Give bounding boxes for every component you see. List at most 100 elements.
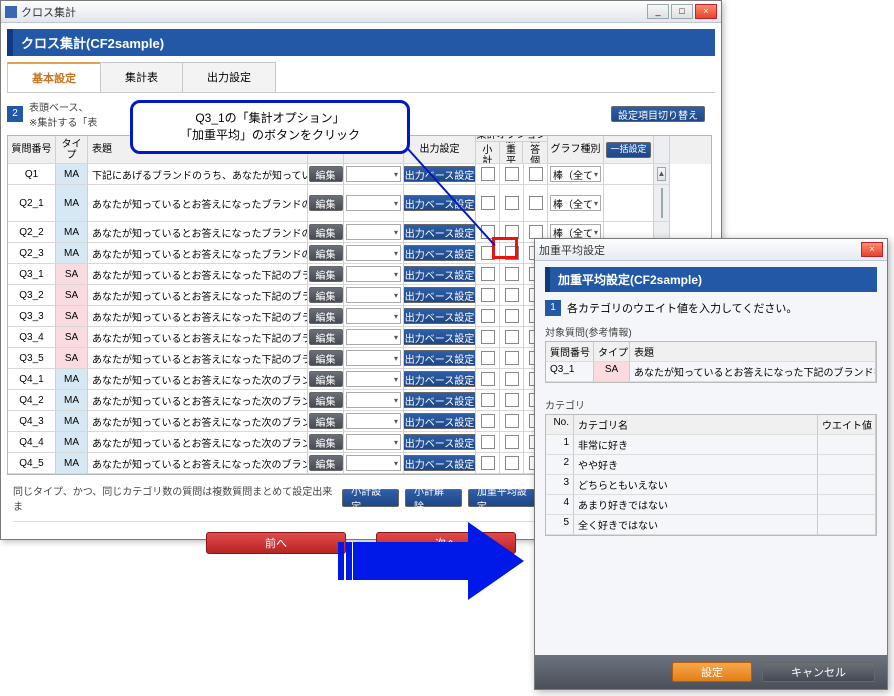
output-base-button[interactable]: 出力ベース設定 xyxy=(404,287,476,303)
batch-set-button[interactable]: 一括設定 xyxy=(606,142,650,158)
select-dropdown[interactable]: ▾ xyxy=(346,266,401,282)
cat-weight-input[interactable] xyxy=(818,495,876,515)
edit-button[interactable]: 編集 xyxy=(309,287,343,303)
subtotal-checkbox[interactable] xyxy=(481,288,495,302)
edit-button[interactable]: 編集 xyxy=(309,392,343,408)
output-base-button[interactable]: 出力ベース設定 xyxy=(404,166,476,182)
dialog-titlebar[interactable]: 加重平均設定 × xyxy=(535,239,887,261)
anscount-checkbox[interactable] xyxy=(529,196,543,210)
output-base-button[interactable]: 出力ベース設定 xyxy=(404,392,476,408)
wavg-checkbox[interactable] xyxy=(505,309,519,323)
subtotal-clear-button[interactable]: 小計解除 xyxy=(405,489,462,507)
cell-qno: Q1 xyxy=(8,164,56,185)
output-base-button[interactable]: 出力ベース設定 xyxy=(404,455,476,471)
wavg-set-button[interactable]: 加重平均設定 xyxy=(468,489,544,507)
dialog-cancel-button[interactable]: キャンセル xyxy=(762,662,875,682)
edit-button[interactable]: 編集 xyxy=(309,308,343,324)
cat-weight-input[interactable] xyxy=(818,475,876,495)
cat-weight-input[interactable] xyxy=(818,435,876,455)
select-dropdown[interactable]: ▾ xyxy=(346,287,401,303)
wavg-checkbox[interactable] xyxy=(505,456,519,470)
subtotal-checkbox[interactable] xyxy=(481,309,495,323)
edit-button[interactable]: 編集 xyxy=(309,329,343,345)
swap-columns-button[interactable]: 設定項目切り替え xyxy=(611,106,705,122)
close-button[interactable]: × xyxy=(695,4,717,19)
subtotal-set-button[interactable]: 小計設定 xyxy=(342,489,399,507)
output-base-button[interactable]: 出力ベース設定 xyxy=(404,308,476,324)
wavg-checkbox[interactable] xyxy=(505,414,519,428)
output-base-button[interactable]: 出力ベース設定 xyxy=(404,413,476,429)
edit-button[interactable]: 編集 xyxy=(309,224,343,240)
subtotal-checkbox[interactable] xyxy=(481,330,495,344)
wavg-checkbox[interactable] xyxy=(505,167,519,181)
subtotal-checkbox[interactable] xyxy=(481,414,495,428)
select-dropdown[interactable]: ▾ xyxy=(346,329,401,345)
output-base-button[interactable]: 出力ベース設定 xyxy=(404,224,476,240)
edit-button[interactable]: 編集 xyxy=(309,166,343,182)
graph-dropdown[interactable]: 棒（全て▾ xyxy=(550,195,601,211)
select-dropdown[interactable]: ▾ xyxy=(346,245,401,261)
select-dropdown[interactable]: ▾ xyxy=(346,392,401,408)
select-dropdown[interactable]: ▾ xyxy=(346,371,401,387)
select-dropdown[interactable]: ▾ xyxy=(346,224,401,240)
output-base-button[interactable]: 出力ベース設定 xyxy=(404,371,476,387)
tab-output[interactable]: 出力設定 xyxy=(182,62,276,92)
subtotal-checkbox[interactable] xyxy=(481,267,495,281)
output-base-button[interactable]: 出力ベース設定 xyxy=(404,329,476,345)
select-dropdown[interactable]: ▾ xyxy=(346,350,401,366)
wavg-checkbox[interactable] xyxy=(505,288,519,302)
maximize-button[interactable]: □ xyxy=(671,4,693,19)
col-options-group: 集計オプション 小計 加重平均 回答個数 xyxy=(476,136,548,164)
select-dropdown[interactable]: ▾ xyxy=(346,166,401,182)
subtotal-checkbox[interactable] xyxy=(481,196,495,210)
graph-dropdown[interactable]: 棒（全て▾ xyxy=(550,166,601,182)
cat-weight-input[interactable] xyxy=(818,455,876,475)
select-dropdown[interactable]: ▾ xyxy=(346,434,401,450)
subtotal-checkbox[interactable] xyxy=(481,351,495,365)
cat-weight-input[interactable] xyxy=(818,515,876,535)
wavg-checkbox[interactable] xyxy=(505,372,519,386)
tab-basic[interactable]: 基本設定 xyxy=(7,62,101,92)
tab-table[interactable]: 集計表 xyxy=(100,62,183,92)
subtotal-checkbox[interactable] xyxy=(481,435,495,449)
select-dropdown[interactable]: ▾ xyxy=(346,413,401,429)
wavg-checkbox[interactable] xyxy=(505,393,519,407)
cat-name: あまり好きではない xyxy=(574,495,818,515)
edit-button[interactable]: 編集 xyxy=(309,266,343,282)
scroll-up-icon[interactable]: ▲ xyxy=(657,167,667,181)
subtotal-checkbox[interactable] xyxy=(481,393,495,407)
output-base-button[interactable]: 出力ベース設定 xyxy=(404,195,476,211)
subtotal-checkbox[interactable] xyxy=(481,456,495,470)
edit-button[interactable]: 編集 xyxy=(309,350,343,366)
wavg-checkbox[interactable] xyxy=(505,351,519,365)
output-base-button[interactable]: 出力ベース設定 xyxy=(404,266,476,282)
select-dropdown[interactable]: ▾ xyxy=(346,455,401,471)
prev-button[interactable]: 前へ xyxy=(206,532,346,554)
subtotal-checkbox[interactable] xyxy=(481,167,495,181)
wavg-checkbox[interactable] xyxy=(505,435,519,449)
edit-button[interactable]: 編集 xyxy=(309,371,343,387)
output-base-button[interactable]: 出力ベース設定 xyxy=(404,350,476,366)
wavg-checkbox[interactable] xyxy=(505,196,519,210)
edit-button[interactable]: 編集 xyxy=(309,245,343,261)
output-base-button[interactable]: 出力ベース設定 xyxy=(404,434,476,450)
wavg-checkbox[interactable] xyxy=(505,267,519,281)
dialog-ok-button[interactable]: 設定 xyxy=(672,662,752,682)
select-dropdown[interactable]: ▾ xyxy=(346,308,401,324)
select-dropdown[interactable]: ▾ xyxy=(346,195,401,211)
main-titlebar[interactable]: クロス集計 _ □ × xyxy=(1,1,721,23)
output-base-button[interactable]: 出力ベース設定 xyxy=(404,245,476,261)
minimize-button[interactable]: _ xyxy=(647,4,669,19)
edit-button[interactable]: 編集 xyxy=(309,195,343,211)
edit-button[interactable]: 編集 xyxy=(309,434,343,450)
wavg-checkbox[interactable] xyxy=(505,330,519,344)
edit-button[interactable]: 編集 xyxy=(309,455,343,471)
anscount-checkbox[interactable] xyxy=(529,167,543,181)
subtotal-checkbox[interactable] xyxy=(481,372,495,386)
cell-title: あなたが知っているとお答えになった次のブランドについ xyxy=(88,411,308,432)
dialog-close-button[interactable]: × xyxy=(861,242,883,257)
scroll-thumb[interactable] xyxy=(661,188,663,218)
edit-button[interactable]: 編集 xyxy=(309,413,343,429)
anscount-checkbox[interactable] xyxy=(529,225,543,239)
chevron-down-icon: ▾ xyxy=(394,459,398,468)
